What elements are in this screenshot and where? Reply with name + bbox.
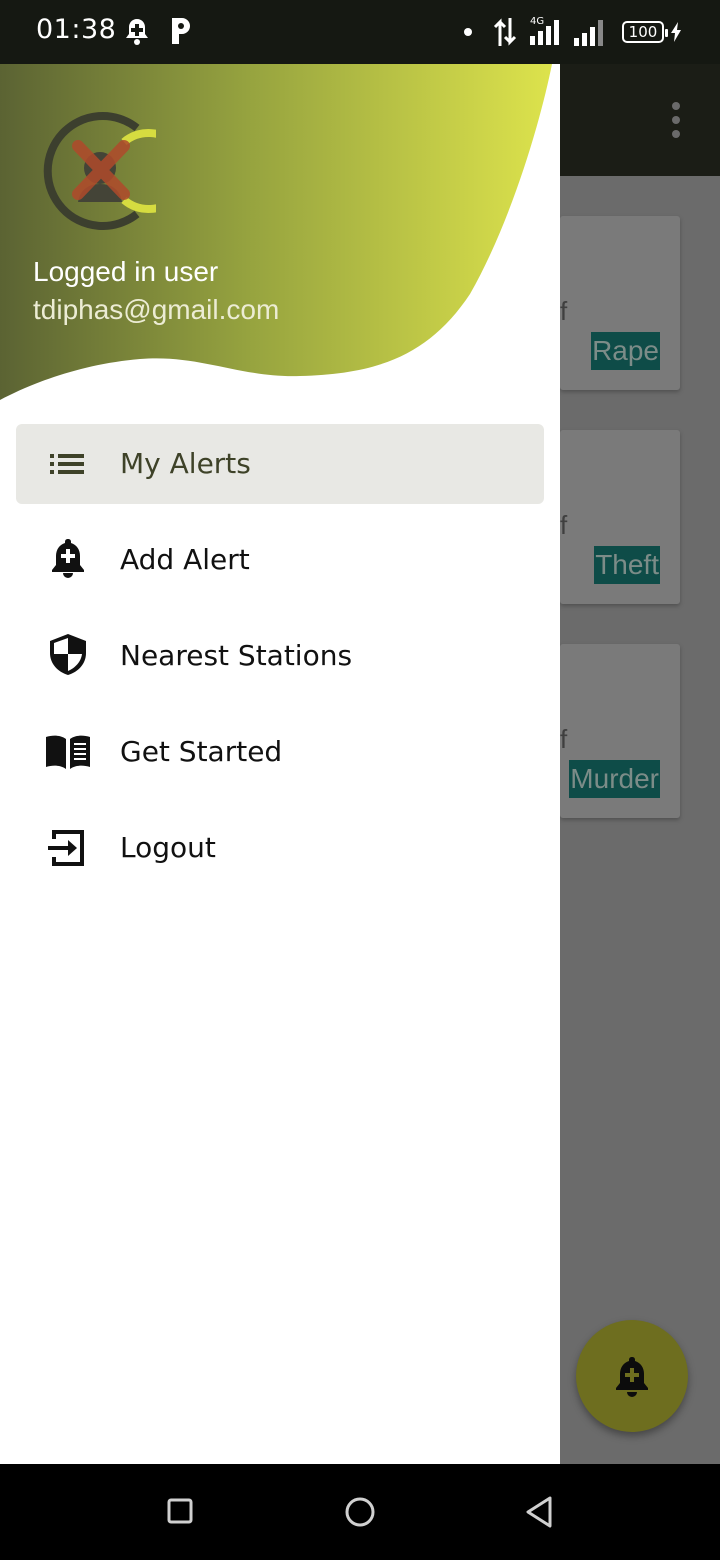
menu-item-label: My Alerts xyxy=(120,447,251,480)
recent-apps-icon[interactable] xyxy=(166,1494,196,1530)
back-icon[interactable] xyxy=(522,1494,558,1530)
user-email: tdiphas@gmail.com xyxy=(33,294,280,325)
crime-tag: Theft xyxy=(594,546,660,584)
app-logo-icon xyxy=(43,112,156,230)
logout-icon xyxy=(48,830,84,866)
alert-card[interactable]: f Theft xyxy=(560,430,680,604)
notification-bell-icon xyxy=(126,19,148,45)
add-alert-bell-icon xyxy=(52,539,84,578)
dot-icon xyxy=(464,28,472,36)
menu-item-label: Logout xyxy=(120,831,216,864)
card-text: f xyxy=(560,724,568,754)
system-nav-bar xyxy=(0,1464,720,1560)
crime-tag: Rape xyxy=(591,332,660,370)
battery-indicator: 100 xyxy=(622,21,668,43)
alert-card[interactable]: f Rape xyxy=(560,216,680,390)
card-text: f xyxy=(560,510,568,540)
home-icon[interactable] xyxy=(342,1494,378,1530)
status-time: 01:38 xyxy=(36,14,117,45)
drawer-header-title: Logged in user xyxy=(33,256,219,287)
menu-item-get-started[interactable]: Get Started xyxy=(16,712,544,792)
crime-tag: Murder xyxy=(569,760,660,798)
svg-text:4G: 4G xyxy=(530,16,544,27)
book-icon xyxy=(46,735,90,769)
list-icon xyxy=(50,454,84,474)
status-bar: 01:38 4G 100 xyxy=(0,0,720,64)
menu-item-label: Get Started xyxy=(120,735,283,768)
signal-4g-icon: 4G xyxy=(530,16,559,45)
drawer-header: Logged in user tdiphas@gmail.com xyxy=(0,64,560,404)
menu-item-label: Nearest Stations xyxy=(120,639,353,672)
parking-app-icon xyxy=(172,18,190,44)
navigation-drawer: Logged in user tdiphas@gmail.com My Aler… xyxy=(0,64,560,1464)
menu-item-nearest-stations[interactable]: Nearest Stations xyxy=(16,616,544,696)
shield-icon xyxy=(50,634,86,675)
add-alert-fab[interactable] xyxy=(576,1320,688,1432)
menu-item-label: Add Alert xyxy=(120,543,250,576)
charging-icon xyxy=(671,22,681,42)
menu-item-my-alerts[interactable]: My Alerts xyxy=(16,424,544,504)
menu-item-add-alert[interactable]: Add Alert xyxy=(16,520,544,600)
more-vert-icon[interactable] xyxy=(664,100,688,140)
menu-item-logout[interactable]: Logout xyxy=(16,808,544,888)
data-transfer-icon xyxy=(493,18,517,46)
add-alert-bell-icon xyxy=(616,1357,648,1397)
signal-icon xyxy=(574,20,603,46)
card-text: f xyxy=(560,296,568,326)
alert-card[interactable]: f Murder xyxy=(560,644,680,818)
